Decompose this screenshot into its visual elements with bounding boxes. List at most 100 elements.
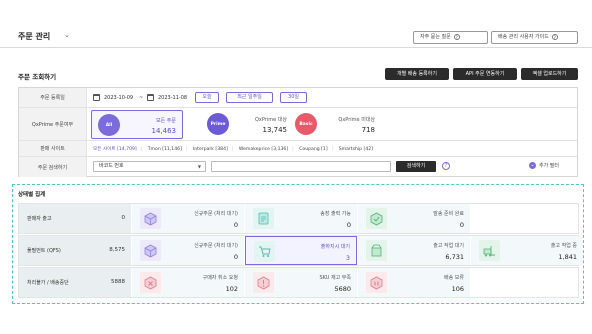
site-smartship[interactable]: Smartship [42] bbox=[339, 147, 373, 152]
end-date-input[interactable]: 2023-11-08 bbox=[158, 95, 187, 101]
page-title: 주문 관리 bbox=[18, 32, 51, 41]
site-list: 모든 사이트 [14,709] | Tmon [11,146] | Interpar… bbox=[93, 147, 373, 152]
cell-label: 배송 보류 bbox=[444, 275, 464, 281]
site-coupang[interactable]: Coupang [1] bbox=[299, 147, 327, 152]
card-value: 718 bbox=[361, 126, 375, 134]
site-all[interactable]: 모든 사이트 [14,709] bbox=[93, 147, 137, 152]
cell-label: SKU 재고 부족 bbox=[319, 275, 351, 281]
question-icon: ? bbox=[453, 33, 460, 40]
row-label: 판매자 출고 bbox=[27, 216, 52, 222]
cell-value: 0 bbox=[233, 221, 238, 229]
cancel-box-icon bbox=[140, 272, 161, 293]
add-filter-button[interactable]: ⌄ 추가 필터 bbox=[529, 162, 559, 169]
qxprime-non-target-card[interactable]: Basic QxPrime 미대상 718 bbox=[289, 110, 381, 139]
status-cell-invoice-printable[interactable]: 송장 출력 가능 0 bbox=[245, 204, 357, 233]
stock-short-icon bbox=[253, 272, 274, 293]
hold-box-icon bbox=[366, 272, 387, 293]
cell-label: 신규주문 (처리 대기) bbox=[194, 243, 238, 249]
last-week-button[interactable]: 최근 일주일 bbox=[226, 92, 273, 103]
filter-label: 주문 등록일 bbox=[19, 88, 87, 107]
status-cell-buyer-cancel-request[interactable]: 구매자 취소 요청 102 bbox=[132, 268, 244, 297]
prime-badge: Prime bbox=[207, 113, 229, 135]
all-orders-card[interactable]: All 모든 주문 14,463 bbox=[91, 110, 183, 139]
status-summary: 상태별 집계 판매자 출고 0 신규주문 (처리 대기) 0 송장 출력 가능 … bbox=[12, 184, 584, 304]
site-tmon[interactable]: Tmon [11,146] bbox=[148, 147, 182, 152]
cell-value: 106 bbox=[451, 285, 464, 293]
excel-upload-button[interactable]: 엑셀 업로드하기 bbox=[521, 68, 578, 80]
date-separator: ~ bbox=[139, 95, 144, 101]
row-total: 8,575 bbox=[109, 247, 125, 253]
status-cell-new-orders[interactable]: 신규주문 (처리 대기) 0 bbox=[132, 204, 244, 233]
faq-button[interactable]: 자주 묻는 질문? bbox=[413, 31, 488, 44]
guide-label: 배송 관리 사용자 가이드 bbox=[498, 34, 549, 40]
status-cell-ready-to-ship[interactable]: 발송 준비 완료 0 bbox=[358, 204, 470, 233]
filter-row-sites: 판매 사이트 모든 사이트 [14,709] | Tmon [11,146] | I… bbox=[19, 141, 577, 157]
filter-label: QxPrime 주문여부 bbox=[19, 108, 87, 140]
search-button[interactable]: 검색하기 bbox=[396, 161, 436, 172]
cell-value: 3 bbox=[345, 254, 350, 262]
status-cell-shipping-order-pending[interactable]: 출하지시 대기 3 bbox=[245, 236, 357, 265]
row-total: 0 bbox=[121, 215, 126, 221]
search-type-select[interactable]: 바코드 번호 ▼ bbox=[93, 161, 206, 172]
30-days-button[interactable]: 30일 bbox=[280, 92, 307, 103]
box-icon bbox=[140, 240, 161, 261]
cell-label: 출고 작업 대기 bbox=[433, 243, 464, 249]
card-label: QxPrime 미대상 bbox=[338, 117, 375, 123]
status-cell-sku-stock-short[interactable]: SKU 재고 부족 5680 bbox=[245, 268, 357, 297]
today-button[interactable]: 오늘 bbox=[195, 92, 219, 103]
status-cell-shipping-hold[interactable]: 배송 보류 106 bbox=[358, 268, 470, 297]
section-title: 주문 조회하기 bbox=[18, 73, 57, 81]
help-icon[interactable]: ? bbox=[442, 162, 450, 170]
qxprime-target-card[interactable]: Prime QxPrime 대상 13,745 bbox=[201, 110, 293, 139]
status-cell-outbound-pending[interactable]: 출고 작업 대기 6,731 bbox=[358, 236, 470, 265]
cell-value: 5680 bbox=[334, 285, 351, 293]
filter-label: 주문 검색하기 bbox=[19, 157, 87, 177]
cart-icon bbox=[254, 241, 275, 262]
filter-row-qxprime: QxPrime 주문여부 All 모든 주문 14,463 Prime QxPr… bbox=[19, 108, 577, 141]
chevron-down-icon: ▼ bbox=[197, 164, 201, 169]
row-label: 처리불가 / 배송중단 bbox=[27, 280, 69, 286]
chevron-down-icon[interactable]: ⌄ bbox=[64, 31, 70, 39]
cell-value: 102 bbox=[225, 285, 238, 293]
card-label: QxPrime 대상 bbox=[254, 117, 287, 123]
card-value: 13,745 bbox=[262, 126, 288, 134]
individual-shipping-button[interactable]: 개별 배송 등록하기 bbox=[385, 68, 449, 80]
cell-value: 6,731 bbox=[445, 253, 464, 261]
status-cell-new-orders[interactable]: 신규주문 (처리 대기) 0 bbox=[132, 236, 244, 265]
package-ready-icon bbox=[366, 208, 387, 229]
box-open-icon bbox=[366, 240, 387, 261]
filter-label: 판매 사이트 bbox=[19, 141, 87, 156]
site-wemakeprice[interactable]: Wemakeprice [3,136] bbox=[239, 147, 288, 152]
select-value: 바코드 번호 bbox=[99, 163, 124, 169]
api-order-link-button[interactable]: API 주문 연동하기 bbox=[453, 68, 517, 80]
printer-icon bbox=[253, 208, 274, 229]
chevron-down-icon: ⌄ bbox=[529, 162, 536, 169]
cell-value: 0 bbox=[459, 221, 464, 229]
site-interpark[interactable]: Interpark [384] bbox=[193, 147, 228, 152]
question-icon: ? bbox=[551, 33, 558, 40]
cell-label: 송장 출력 가능 bbox=[320, 211, 351, 217]
status-row-label: 판매자 출고 0 bbox=[19, 204, 131, 233]
start-date-input[interactable]: 2023-10-09 bbox=[104, 95, 133, 101]
user-guide-button[interactable]: 배송 관리 사용자 가이드? bbox=[491, 31, 578, 44]
cell-value: 0 bbox=[346, 221, 351, 229]
cell-label: 출고 작업 중 bbox=[550, 243, 577, 249]
row-label: 풀필먼트 (QFS) bbox=[27, 248, 61, 254]
calendar-icon[interactable] bbox=[147, 94, 154, 101]
forklift-icon bbox=[479, 240, 500, 261]
cell-value: 1,841 bbox=[558, 253, 577, 261]
status-row-fulfillment: 풀필먼트 (QFS) 8,575 신규주문 (처리 대기) 0 출하지시 대기 … bbox=[18, 235, 583, 266]
row-total: 5888 bbox=[111, 279, 125, 285]
cell-label: 구매자 취소 요청 bbox=[202, 275, 238, 281]
search-input[interactable] bbox=[211, 161, 391, 172]
card-label: 모든 주문 bbox=[156, 118, 176, 124]
filter-table: 주문 등록일 2023-10-09 ~ 2023-11-08 오늘 최근 일주일… bbox=[18, 87, 578, 177]
cell-value: 0 bbox=[233, 253, 238, 261]
status-title: 상태별 집계 bbox=[18, 192, 46, 198]
status-row-label: 처리불가 / 배송중단 5888 bbox=[19, 268, 131, 297]
calendar-icon[interactable] bbox=[93, 94, 100, 101]
all-badge: All bbox=[98, 114, 120, 136]
status-cell-outbound-in-progress[interactable]: 출고 작업 중 1,841 bbox=[471, 236, 583, 265]
faq-label: 자주 묻는 질문 bbox=[420, 34, 451, 40]
cell-label: 신규주문 (처리 대기) bbox=[194, 211, 238, 217]
